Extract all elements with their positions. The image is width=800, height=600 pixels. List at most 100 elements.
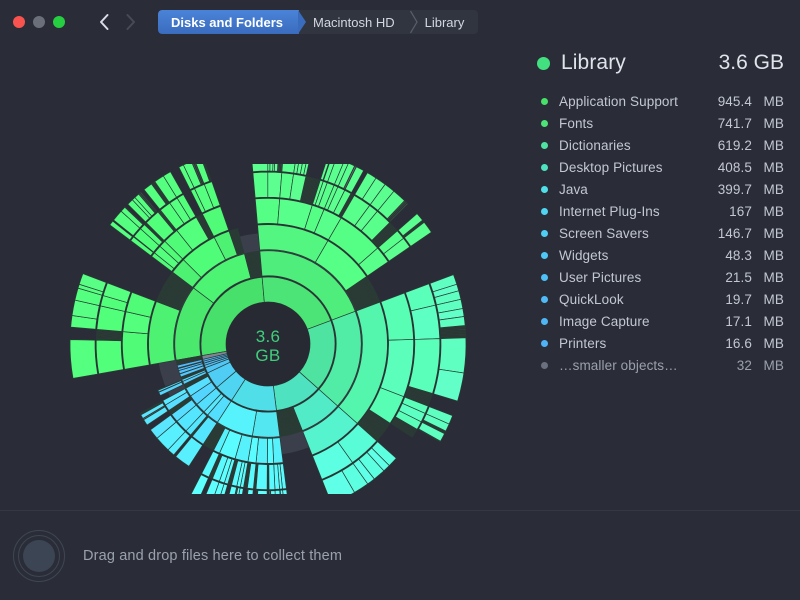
panel-header: Library 3.6 GB	[510, 46, 800, 80]
list-item-unit: MB	[752, 138, 784, 153]
sunburst-segment[interactable]	[269, 464, 275, 489]
sunburst-segment[interactable]	[70, 340, 98, 379]
folder-list: Application Support945.4MBFonts741.7MBDi…	[510, 90, 800, 376]
breadcrumb-label: Disks and Folders	[171, 15, 283, 30]
list-item[interactable]: …smaller objects…32MB	[510, 354, 800, 376]
list-item[interactable]: Printers16.6MB	[510, 332, 800, 354]
list-item-size: 945.4	[700, 94, 752, 109]
list-item-name: Printers	[559, 336, 700, 351]
sunburst-segment[interactable]	[253, 172, 268, 198]
list-item-size: 21.5	[700, 270, 752, 285]
sunburst-segment[interactable]	[434, 369, 464, 401]
close-window-button[interactable]	[13, 16, 25, 28]
list-item-unit: MB	[752, 226, 784, 241]
list-item-name: …smaller objects…	[559, 358, 700, 373]
list-item-name: Widgets	[559, 248, 700, 263]
list-item-unit: MB	[752, 270, 784, 285]
list-item-name: User Pictures	[559, 270, 700, 285]
list-item-unit: MB	[752, 336, 784, 351]
sunburst-segment[interactable]	[96, 340, 123, 374]
list-item-unit: MB	[752, 116, 784, 131]
sunburst-segment[interactable]	[252, 411, 279, 437]
list-item-size: 399.7	[700, 182, 752, 197]
list-item-unit: MB	[752, 314, 784, 329]
list-item-unit: MB	[752, 94, 784, 109]
list-item-size: 741.7	[700, 116, 752, 131]
list-item-color-dot	[541, 186, 548, 193]
list-item-color-dot	[541, 318, 548, 325]
traffic-lights	[13, 16, 65, 28]
list-item-color-dot	[541, 252, 548, 259]
sunburst-segment[interactable]	[267, 438, 273, 463]
sunburst-svg[interactable]	[20, 164, 490, 494]
list-item-name: Internet Plug-Ins	[559, 204, 700, 219]
zoom-window-button[interactable]	[53, 16, 65, 28]
list-item-color-dot	[541, 274, 548, 281]
list-item-name: QuickLook	[559, 292, 700, 307]
list-item-size: 146.7	[700, 226, 752, 241]
list-item-color-dot	[541, 98, 548, 105]
list-item[interactable]: Fonts741.7MB	[510, 112, 800, 134]
sunburst-segment[interactable]	[245, 489, 253, 494]
list-item[interactable]: QuickLook19.7MB	[510, 288, 800, 310]
sunburst-other-segment[interactable]	[244, 489, 248, 494]
list-item[interactable]: Screen Savers146.7MB	[510, 222, 800, 244]
chevron-left-icon	[98, 13, 110, 31]
list-item-size: 16.6	[700, 336, 752, 351]
list-item[interactable]: Image Capture17.1MB	[510, 310, 800, 332]
list-item[interactable]: Application Support945.4MB	[510, 90, 800, 112]
list-item-name: Dictionaries	[559, 138, 700, 153]
list-item[interactable]: User Pictures21.5MB	[510, 266, 800, 288]
sunburst-other-segment[interactable]	[254, 490, 256, 494]
sunburst-segment[interactable]	[268, 172, 282, 197]
list-item-size: 167	[700, 204, 752, 219]
breadcrumb-label: Macintosh HD	[313, 15, 395, 30]
panel-total-size: 3.6 GB	[719, 51, 784, 75]
sunburst-segment[interactable]	[283, 490, 290, 494]
breadcrumb-item-disks-and-folders[interactable]: Disks and Folders	[158, 10, 299, 34]
minimize-window-button[interactable]	[33, 16, 45, 28]
list-item[interactable]: Dictionaries619.2MB	[510, 134, 800, 156]
list-item[interactable]: Widgets48.3MB	[510, 244, 800, 266]
app-window: Disks and Folders Macintosh HD Library 3…	[0, 0, 800, 600]
list-item-color-dot	[541, 230, 548, 237]
list-item[interactable]: Desktop Pictures408.5MB	[510, 156, 800, 178]
list-item-name: Image Capture	[559, 314, 700, 329]
sunburst-segment[interactable]	[251, 164, 268, 172]
sunburst-segment[interactable]	[190, 475, 209, 494]
list-item[interactable]: Java399.7MB	[510, 178, 800, 200]
panel-color-dot	[537, 57, 550, 70]
sunburst-segment[interactable]	[122, 332, 149, 370]
list-item[interactable]: Internet Plug-Ins167MB	[510, 200, 800, 222]
list-item-unit: MB	[752, 358, 784, 373]
list-item-size: 17.1	[700, 314, 752, 329]
list-item-unit: MB	[752, 160, 784, 175]
sunburst-center-hole[interactable]	[226, 302, 310, 386]
list-item-name: Desktop Pictures	[559, 160, 700, 175]
list-item-name: Screen Savers	[559, 226, 700, 241]
breadcrumb-item-macintosh-hd[interactable]: Macintosh HD	[299, 10, 411, 34]
sunburst-segment[interactable]	[411, 305, 440, 339]
list-item-name: Java	[559, 182, 700, 197]
list-item-color-dot	[541, 208, 548, 215]
window-toolbar: Disks and Folders Macintosh HD Library	[0, 0, 800, 44]
list-item-size: 19.7	[700, 292, 752, 307]
breadcrumb: Disks and Folders Macintosh HD Library	[158, 10, 478, 34]
list-item-name: Application Support	[559, 94, 700, 109]
drop-zone-label: Drag and drop files here to collect them	[83, 548, 342, 564]
back-button[interactable]	[93, 11, 115, 33]
sunburst-segment[interactable]	[255, 198, 279, 223]
forward-button[interactable]	[120, 11, 142, 33]
sunburst-segment[interactable]	[439, 338, 466, 373]
breadcrumb-item-library[interactable]: Library	[411, 10, 479, 34]
sunburst-segment[interactable]	[271, 491, 277, 494]
list-item-color-dot	[541, 120, 548, 127]
breadcrumb-label: Library	[425, 15, 465, 30]
details-panel: Library 3.6 GB Application Support945.4M…	[510, 44, 800, 510]
content-area: 3.6 GB Library 3.6 GB Application Suppor…	[0, 44, 800, 510]
drop-zone[interactable]: Drag and drop files here to collect them	[0, 510, 800, 600]
list-item-color-dot	[541, 296, 548, 303]
list-item-size: 408.5	[700, 160, 752, 175]
sunburst-other-segment[interactable]	[269, 491, 270, 494]
sunburst-chart[interactable]: 3.6 GB	[0, 44, 510, 510]
